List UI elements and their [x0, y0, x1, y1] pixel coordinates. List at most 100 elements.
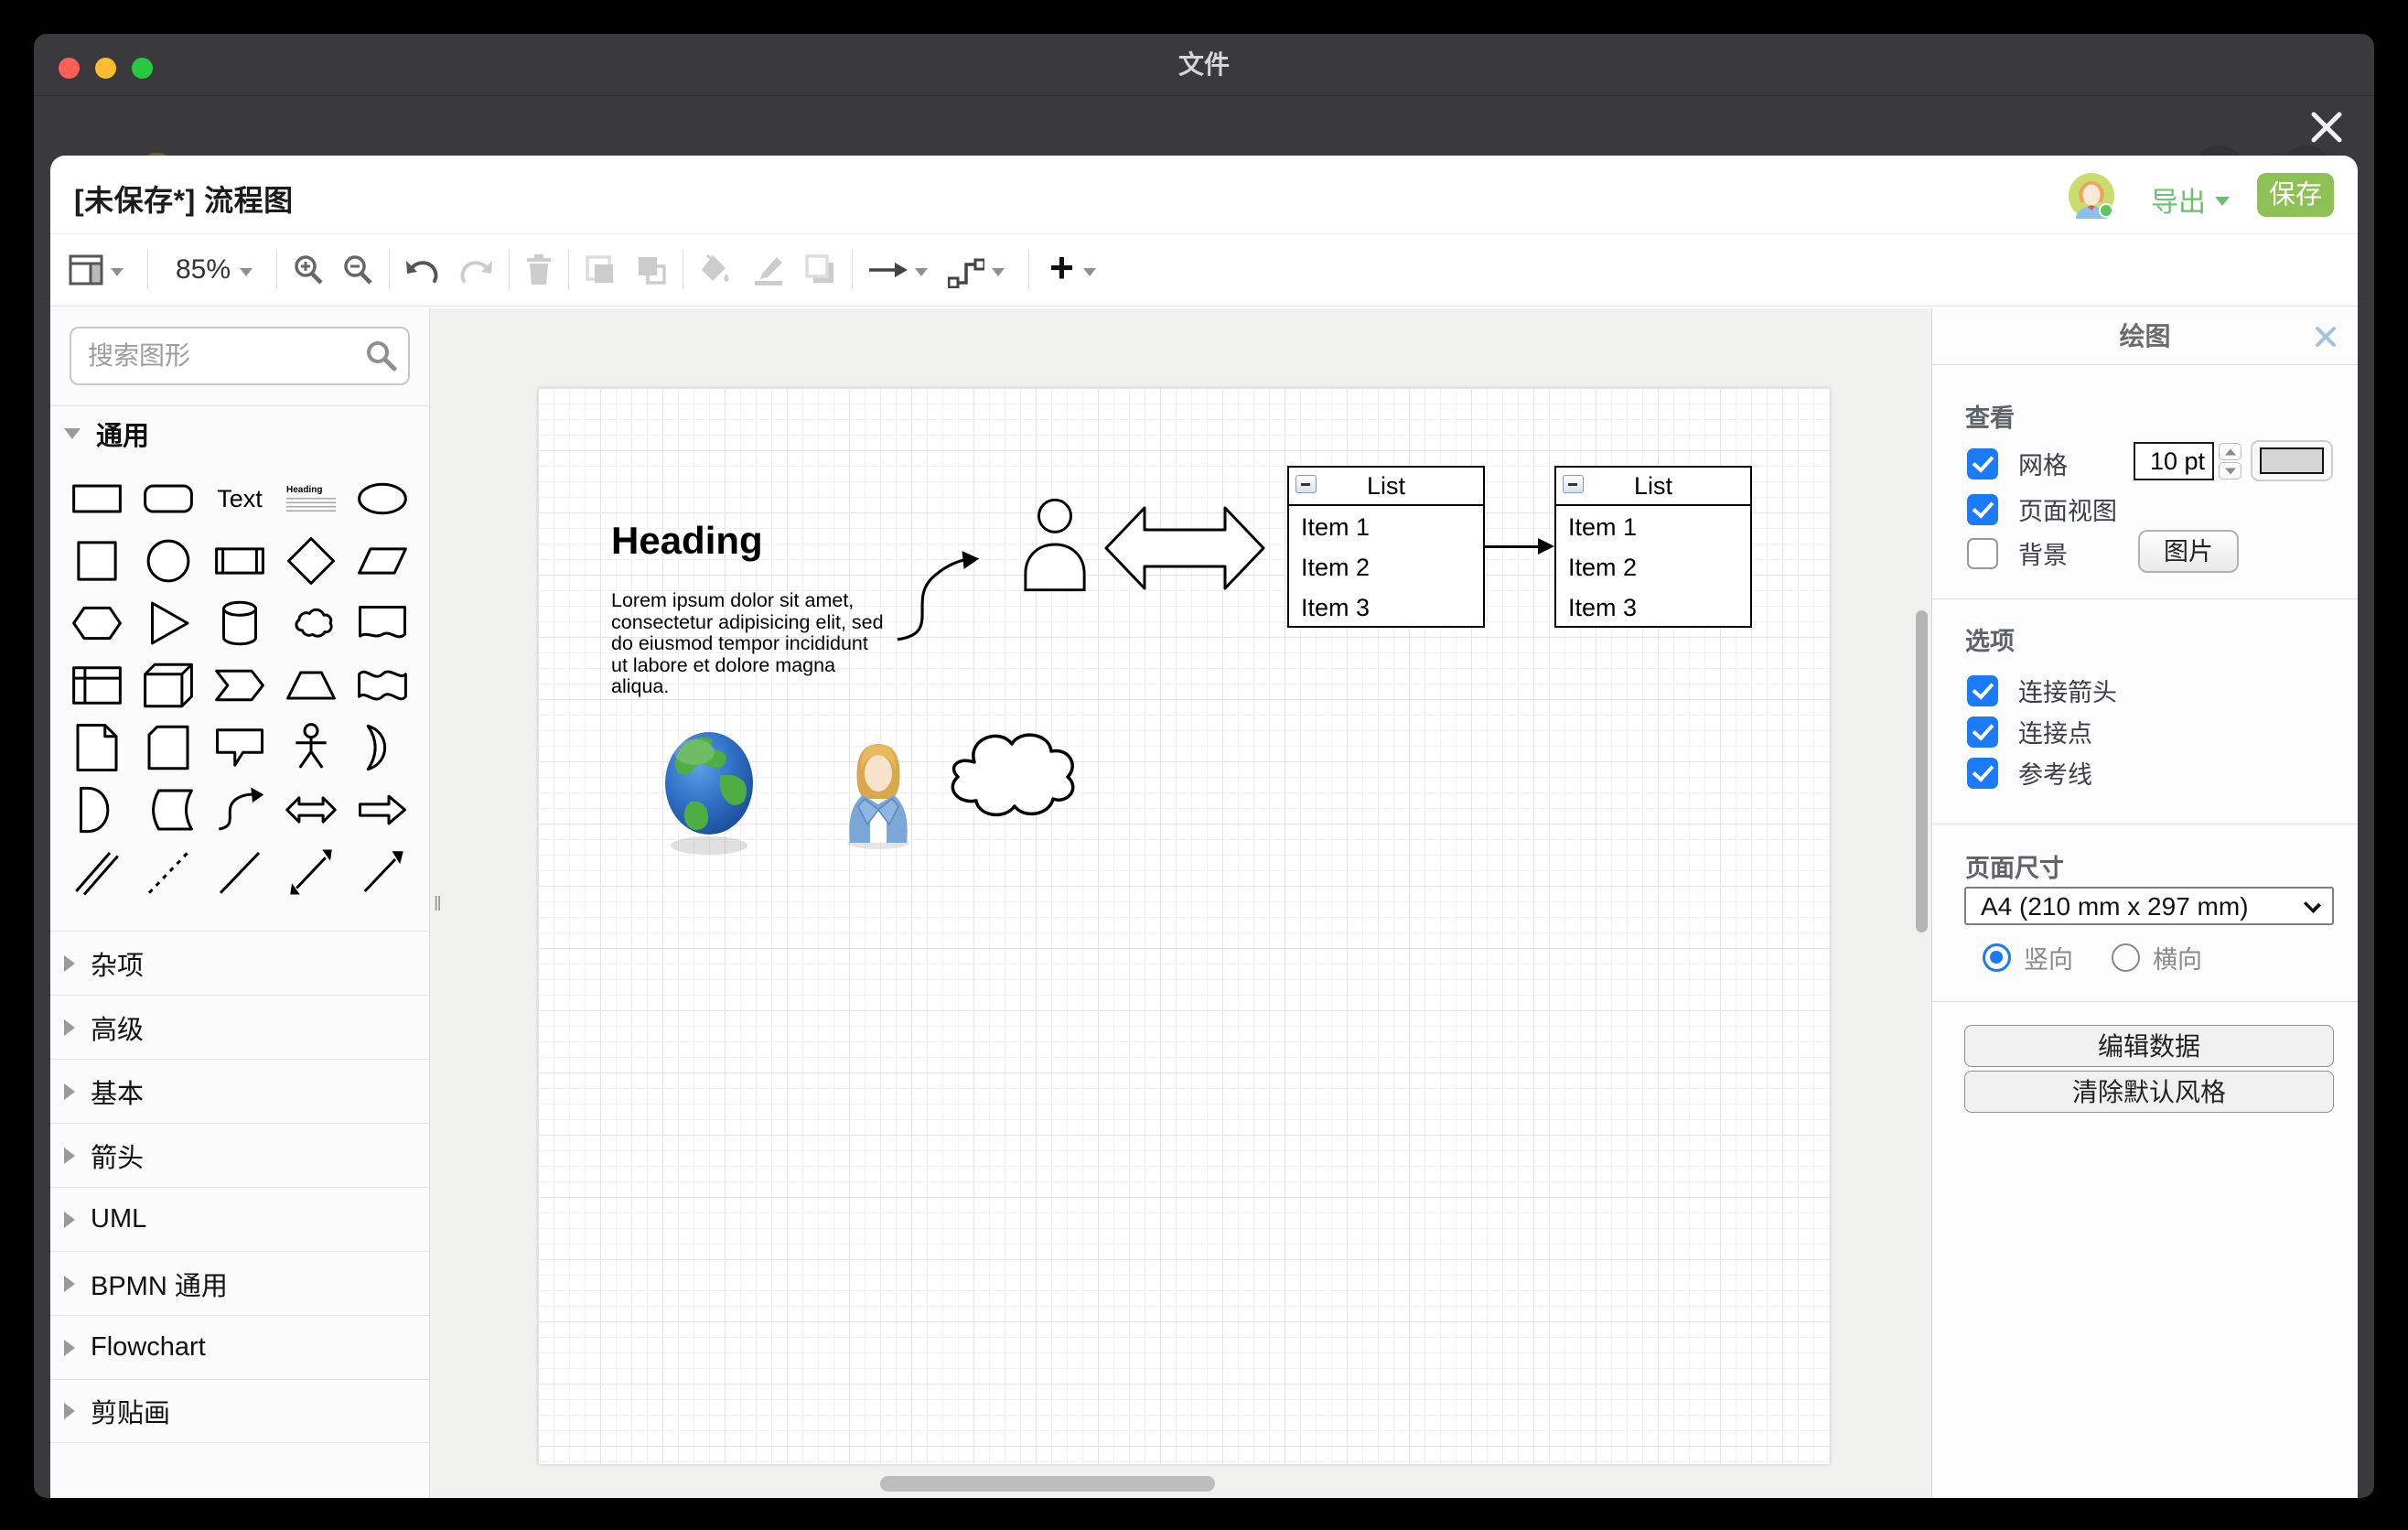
sidebar-section-uml[interactable]: UML	[50, 1187, 429, 1251]
vertical-scrollbar[interactable]	[1916, 610, 1928, 932]
shape-rounded-rectangle[interactable]	[133, 468, 204, 530]
chevron-down-icon[interactable]	[992, 268, 1005, 276]
shape-directional-connector[interactable]	[347, 841, 418, 903]
shape-step[interactable]	[204, 654, 275, 717]
list-title-bar[interactable]: List	[1289, 468, 1483, 506]
shape-textbox[interactable]: Heading	[275, 468, 347, 530]
sidebar-section-clipart[interactable]: 剪贴画	[50, 1379, 429, 1443]
shape-card[interactable]	[133, 717, 204, 779]
shape-or[interactable]	[347, 717, 418, 779]
sidebar-section-bpmn[interactable]: BPMN 通用	[50, 1251, 429, 1315]
insert-button[interactable]: +	[1049, 243, 1074, 291]
list-item[interactable]: Item 3	[1289, 587, 1483, 627]
stepper-up-icon[interactable]	[2219, 443, 2241, 460]
shape-bidirectional-connector[interactable]	[275, 841, 347, 903]
guides-checkbox[interactable]	[1967, 758, 1998, 789]
shape-arrow[interactable]	[347, 779, 418, 841]
shape-process[interactable]	[204, 530, 275, 592]
shape-parallelogram[interactable]	[347, 530, 418, 592]
list-item[interactable]: Item 3	[1556, 587, 1750, 627]
landscape-radio[interactable]	[2112, 943, 2140, 972]
list-title-bar[interactable]: List	[1556, 468, 1750, 506]
list-shape[interactable]: List Item 1 Item 2 Item 3	[1554, 466, 1752, 628]
shape-ellipse[interactable]	[347, 468, 418, 530]
shape-cloud[interactable]	[275, 592, 347, 654]
grid-size-input[interactable]	[2134, 442, 2214, 480]
sidebar-section-flowchart[interactable]: Flowchart	[50, 1315, 429, 1379]
background-image-button[interactable]: 图片	[2138, 530, 2239, 573]
shape-diamond[interactable]	[275, 530, 347, 592]
list-item[interactable]: Item 2	[1556, 546, 1750, 587]
page-view-checkbox[interactable]	[1967, 494, 1998, 525]
shape-and[interactable]	[61, 779, 133, 841]
shape-rectangle[interactable]	[61, 468, 133, 530]
zoom-level[interactable]: 85%	[176, 246, 231, 294]
sidebar-resize-handle[interactable]: ‖	[434, 892, 444, 916]
to-front-button[interactable]	[584, 246, 617, 294]
shape-circle[interactable]	[133, 530, 204, 592]
shape-text[interactable]: Text	[204, 468, 275, 530]
list-item[interactable]: Item 2	[1289, 546, 1483, 587]
avatar[interactable]	[2069, 173, 2114, 219]
waypoint-style-button[interactable]	[948, 246, 984, 294]
list-shape[interactable]: List Item 1 Item 2 Item 3	[1287, 466, 1485, 628]
businesswoman-image[interactable]	[843, 737, 914, 850]
background-checkbox[interactable]	[1967, 538, 1998, 569]
sidebar-section-basic[interactable]: 基本	[50, 1059, 429, 1123]
double-arrow-shape[interactable]	[1104, 499, 1265, 598]
shape-tape[interactable]	[347, 654, 418, 717]
chevron-down-icon[interactable]	[111, 268, 124, 276]
shape-cube[interactable]	[133, 654, 204, 717]
curved-arrow-shape[interactable]	[895, 548, 982, 643]
shape-dashed-line[interactable]	[133, 841, 204, 903]
grid-color-swatch[interactable]	[2251, 440, 2333, 481]
portrait-radio[interactable]	[1983, 943, 2011, 972]
grid-checkbox[interactable]	[1967, 448, 1998, 479]
shape-trapezoid[interactable]	[275, 654, 347, 717]
list-item[interactable]: Item 1	[1556, 506, 1750, 546]
collapse-icon[interactable]	[1563, 475, 1584, 493]
shape-line[interactable]	[204, 841, 275, 903]
shape-note[interactable]	[61, 717, 133, 779]
shape-curve[interactable]	[204, 779, 275, 841]
shape-link[interactable]	[61, 841, 133, 903]
chevron-down-icon[interactable]	[1083, 268, 1096, 276]
close-editor-icon[interactable]	[2305, 105, 2349, 149]
titlebar[interactable]: 文件	[34, 34, 2374, 96]
cloud-shape[interactable]	[940, 720, 1082, 832]
zoom-in-button[interactable]	[292, 246, 325, 294]
clear-default-style-button[interactable]: 清除默认风格	[1964, 1071, 2334, 1113]
save-button[interactable]: 保存	[2257, 173, 2334, 217]
undo-button[interactable]	[404, 246, 441, 294]
collapse-icon[interactable]	[1295, 475, 1317, 493]
stepper-down-icon[interactable]	[2219, 462, 2241, 479]
diagram-canvas[interactable]: Heading Lorem ipsum dolor sit amet, cons…	[430, 308, 1931, 1498]
shape-callout[interactable]	[204, 717, 275, 779]
edit-data-button[interactable]: 编辑数据	[1964, 1025, 2334, 1067]
zoom-out-button[interactable]	[341, 246, 374, 294]
fill-color-button[interactable]	[698, 246, 733, 294]
chevron-down-icon[interactable]	[915, 268, 928, 276]
globe-image[interactable]	[663, 725, 758, 858]
connection-arrow-style-button[interactable]	[867, 246, 908, 294]
shape-square[interactable]	[61, 530, 133, 592]
shape-cylinder[interactable]	[204, 592, 275, 654]
connector-arrow[interactable]	[1484, 545, 1539, 548]
connection-arrows-checkbox[interactable]	[1967, 675, 1998, 706]
sidebar-section-arrows[interactable]: 箭头	[50, 1123, 429, 1187]
shape-actor[interactable]	[275, 717, 347, 779]
to-back-button[interactable]	[635, 246, 668, 294]
panel-close-icon[interactable]	[2312, 323, 2339, 350]
sidebar-section-advanced[interactable]: 高级	[50, 995, 429, 1059]
person-shape[interactable]	[1021, 497, 1089, 592]
shape-bidirectional-arrow[interactable]	[275, 779, 347, 841]
sidebar-section-general[interactable]: 通用	[50, 405, 429, 460]
page-size-select[interactable]: A4 (210 mm x 297 mm)	[1964, 887, 2334, 925]
connection-points-checkbox[interactable]	[1967, 717, 1998, 748]
search-input[interactable]	[70, 327, 410, 385]
shape-document[interactable]	[347, 592, 418, 654]
shape-triangle[interactable]	[133, 592, 204, 654]
shadow-button[interactable]	[804, 246, 837, 294]
delete-button[interactable]	[524, 246, 554, 294]
chevron-down-icon[interactable]	[240, 268, 253, 276]
